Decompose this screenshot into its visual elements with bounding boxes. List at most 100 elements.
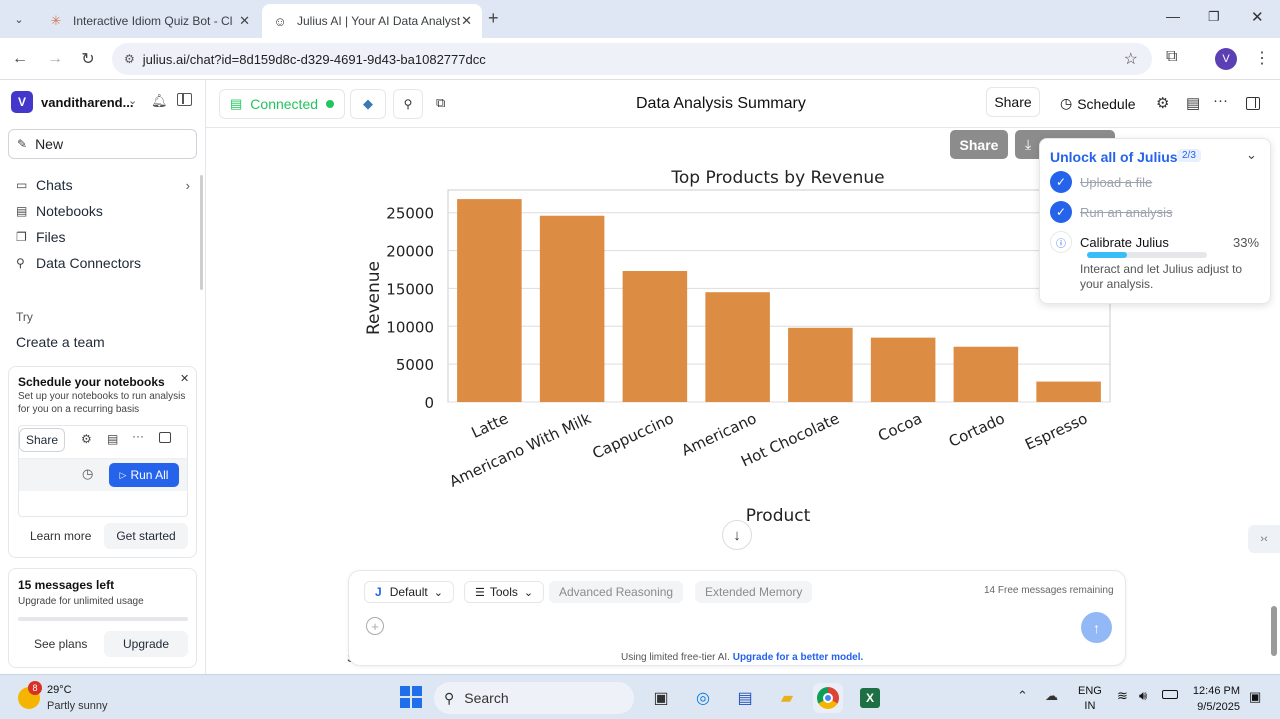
learn-more-link[interactable]: Learn more <box>30 529 91 543</box>
tab-idiom-quiz[interactable]: ✳ Interactive Idiom Quiz Bot - Cla ✕ <box>38 4 260 38</box>
page-title: Data Analysis Summary <box>636 95 806 112</box>
sidebar: V vanditharend... ⌄ 🔔︎ ✎ New ▭ Chats › ▤… <box>0 80 206 674</box>
send-button[interactable]: ↑ <box>1081 612 1112 643</box>
new-chat-button[interactable]: ✎ New <box>8 129 197 159</box>
windows-start-icon[interactable] <box>400 686 422 708</box>
card-close-icon[interactable]: ✕ <box>180 372 189 385</box>
chrome-icon[interactable] <box>813 683 843 713</box>
copy-icon[interactable]: ⧉ <box>436 95 445 111</box>
preview-share-button: Share <box>19 428 65 452</box>
close-tab-icon[interactable]: ✕ <box>461 13 472 29</box>
back-icon[interactable]: ← <box>8 47 32 71</box>
task-view-icon[interactable]: ▣ <box>646 683 676 713</box>
new-tab-icon[interactable]: + <box>488 8 499 29</box>
chevron-down-icon: ⌄ <box>523 586 534 599</box>
notebook-icon[interactable]: ▤ <box>1186 94 1200 112</box>
bar-espresso <box>1036 381 1101 402</box>
lang-primary: ENG <box>1078 685 1102 697</box>
sidebar-item-notebooks[interactable]: ▤ Notebooks <box>16 203 103 219</box>
sidebar-scrollbar[interactable] <box>200 175 203 290</box>
python-button[interactable]: ◆ <box>350 89 386 119</box>
file-explorer-icon[interactable]: ▰ <box>772 683 802 713</box>
wifi-icon[interactable]: ≋ <box>1117 688 1128 704</box>
scroll-down-button[interactable]: ↓ <box>722 520 752 550</box>
see-plans-link[interactable]: See plans <box>34 637 87 651</box>
create-team-link[interactable]: Create a team <box>16 334 105 350</box>
model-select[interactable]: J Default ⌄ <box>364 581 454 603</box>
free-messages-remaining: 14 Free messages remaining <box>984 585 1114 596</box>
side-panel-icon[interactable] <box>1246 97 1260 110</box>
user-name[interactable]: vanditharend... <box>41 95 133 110</box>
weather-widget[interactable]: 8 29°C Partly sunny <box>18 681 128 715</box>
tab-julius[interactable]: ☺ Julius AI | Your AI Data Analyst ✕ <box>262 4 482 38</box>
tools-button[interactable]: ⚲ <box>393 89 423 119</box>
server-icon: ▤ <box>230 96 243 111</box>
weather-badge: 8 <box>28 681 42 695</box>
edit-icon: ✎ <box>17 137 28 151</box>
forward-icon[interactable]: → <box>43 47 67 71</box>
clock[interactable]: 12:46 PM 9/5/2025 <box>1190 683 1240 715</box>
more-options-icon[interactable]: ··· <box>1213 92 1228 109</box>
bell-icon[interactable]: 🔔︎ <box>151 93 168 109</box>
language-indicator[interactable]: ENG IN <box>1078 684 1102 714</box>
minimize-icon[interactable]: — <box>1166 8 1180 24</box>
onboarding-progress-badge: 2/3 <box>1177 149 1201 162</box>
taskbar-search[interactable]: ⚲ Search <box>434 682 634 714</box>
message-input[interactable] <box>394 613 1074 639</box>
connected-status[interactable]: ▤ Connected <box>219 89 345 119</box>
chevron-down-icon: ⌄ <box>433 586 443 599</box>
sidebar-item-chats[interactable]: ▭ Chats › <box>16 177 190 193</box>
extended-memory-toggle[interactable]: Extended Memory <box>695 581 813 603</box>
excel-icon[interactable]: X <box>855 683 885 713</box>
bar-americano <box>705 292 770 402</box>
upgrade-model-link[interactable]: Upgrade for a better model. <box>733 652 864 663</box>
gear-icon: ⚙ <box>81 432 92 446</box>
chat-header: ▤ Connected ◆ ⚲ ⧉ Data Analysis Summary … <box>206 80 1280 128</box>
maximize-icon[interactable]: ❐ <box>1208 9 1220 25</box>
get-started-button[interactable]: Get started <box>104 523 188 549</box>
profile-avatar[interactable]: V <box>1215 48 1237 70</box>
card-title: Schedule your notebooks <box>18 375 165 389</box>
site-info-icon[interactable]: ⚙ <box>124 52 135 66</box>
play-icon: ▷ <box>119 469 127 480</box>
files-icon: ❐ <box>16 230 27 244</box>
check-icon: ✓ <box>1050 171 1072 193</box>
check-icon: ✓ <box>1050 201 1072 223</box>
url-field[interactable]: ⚙ julius.ai/chat?id=8d159d8c-d329-4691-9… <box>112 43 1152 75</box>
share-button[interactable]: Share <box>986 87 1040 117</box>
upgrade-button[interactable]: Upgrade <box>104 631 188 657</box>
battery-icon[interactable] <box>1162 690 1178 699</box>
browser-menu-icon[interactable]: ⋮ <box>1254 48 1270 68</box>
notebook-icon: ▤ <box>107 432 119 446</box>
notebook-preview: Share ⚙ ▤ ··· ◷ ▷ Run All <box>18 425 188 517</box>
window-close-icon[interactable]: ✕ <box>1251 8 1264 26</box>
onedrive-icon[interactable]: ☁ <box>1045 688 1058 704</box>
advanced-reasoning-toggle[interactable]: Advanced Reasoning <box>549 581 684 603</box>
x-tick-label: Espresso <box>1022 409 1090 453</box>
tray-chevron-icon[interactable]: ⌃ <box>1017 688 1028 704</box>
reload-icon[interactable]: ↻ <box>76 47 100 71</box>
attach-plus-icon[interactable]: + <box>366 617 384 635</box>
settings-gear-icon[interactable]: ⚙ <box>1156 94 1169 112</box>
sidebar-item-files[interactable]: ❐ Files <box>16 229 66 245</box>
extensions-icon[interactable]: ⧉ <box>1166 48 1177 66</box>
tab-list-chevron-icon[interactable]: ⌄ <box>10 10 28 28</box>
feedback-tab-icon[interactable]: ›‹ <box>1248 525 1280 553</box>
user-menu-chevron-icon[interactable]: ⌄ <box>128 94 137 107</box>
volume-icon[interactable]: 🔊︎ <box>1139 688 1147 704</box>
tools-select[interactable]: ☰ Tools ⌄ <box>464 581 545 603</box>
collapse-chevron-icon[interactable]: ⌄ <box>1246 147 1257 163</box>
url-text: julius.ai/chat?id=8d159d8c-d329-4691-9d4… <box>142 51 486 67</box>
collapse-sidebar-icon[interactable] <box>177 93 192 106</box>
windows-taskbar: 8 29°C Partly sunny ⚲ Search ▣ ◎ ▤ ▰ X ⌃… <box>0 674 1280 719</box>
store-icon[interactable]: ▤ <box>730 683 760 713</box>
free-tier-note: Using limited free-tier AI. <box>621 652 730 663</box>
edge-icon[interactable]: ◎ <box>688 683 718 713</box>
message-composer: J Default ⌄ ☰ Tools ⌄ Advanced Reasoning… <box>348 570 1126 666</box>
bookmark-star-icon[interactable]: ☆ <box>1124 49 1138 69</box>
notification-icon[interactable]: ▣ <box>1249 689 1261 705</box>
sidebar-item-data-connectors[interactable]: ⚲ Data Connectors <box>16 255 141 271</box>
page-scrollbar[interactable] <box>1271 606 1277 656</box>
schedule-button[interactable]: ◷ Schedule <box>1060 95 1136 112</box>
close-tab-icon[interactable]: ✕ <box>239 13 250 29</box>
